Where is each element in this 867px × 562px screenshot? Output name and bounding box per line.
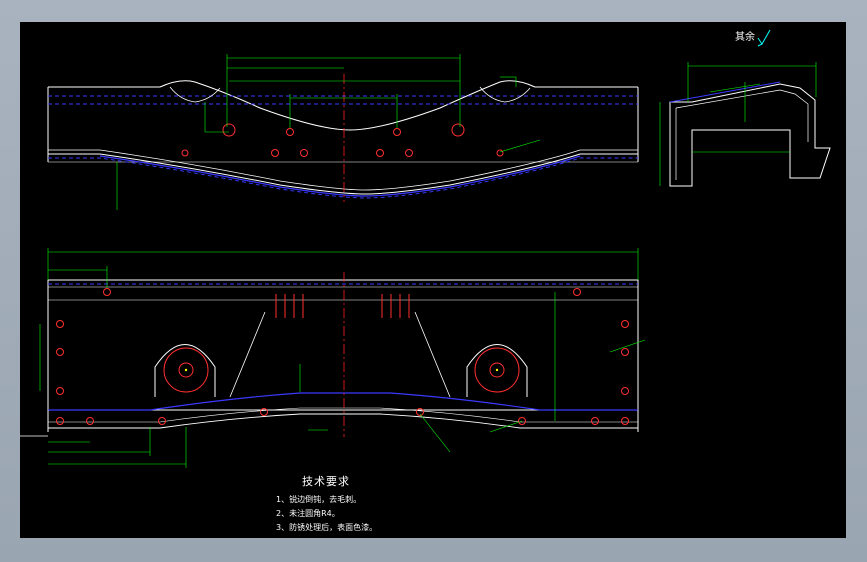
cad-drawing — [20, 29, 831, 468]
plan-view-dimensions — [39, 248, 646, 468]
notes-title: 技术要求 — [302, 475, 350, 488]
note-line: 2、未注圆角R4。 — [276, 509, 340, 518]
note-line: 3、防锈处理后，表面色漆。 — [276, 523, 378, 532]
front-view-outline — [48, 80, 638, 131]
plan-view — [20, 248, 646, 468]
front-view-holes — [181, 123, 504, 157]
front-view-dimensions — [116, 54, 541, 210]
section-view-outline — [669, 83, 831, 187]
front-view-hidden-lines — [48, 95, 638, 199]
front-view — [47, 54, 639, 210]
front-view-lower-outline — [48, 153, 638, 195]
section-view — [659, 62, 831, 187]
plan-view-hole-centers — [184, 368, 499, 372]
drawing-viewport[interactable]: 其余 技术要求 1、锐边倒钝，去毛刺。 2、未注圆角R4。 3、防锈处理后，表面… — [20, 22, 846, 538]
note-line: 1、锐边倒钝，去毛刺。 — [276, 495, 362, 504]
roughness-note: 其余 — [735, 32, 755, 43]
section-view-dimensions — [659, 62, 817, 186]
plan-view-outline — [47, 279, 639, 411]
roughness-check-icon — [757, 29, 771, 47]
plan-view-holes — [56, 288, 629, 425]
